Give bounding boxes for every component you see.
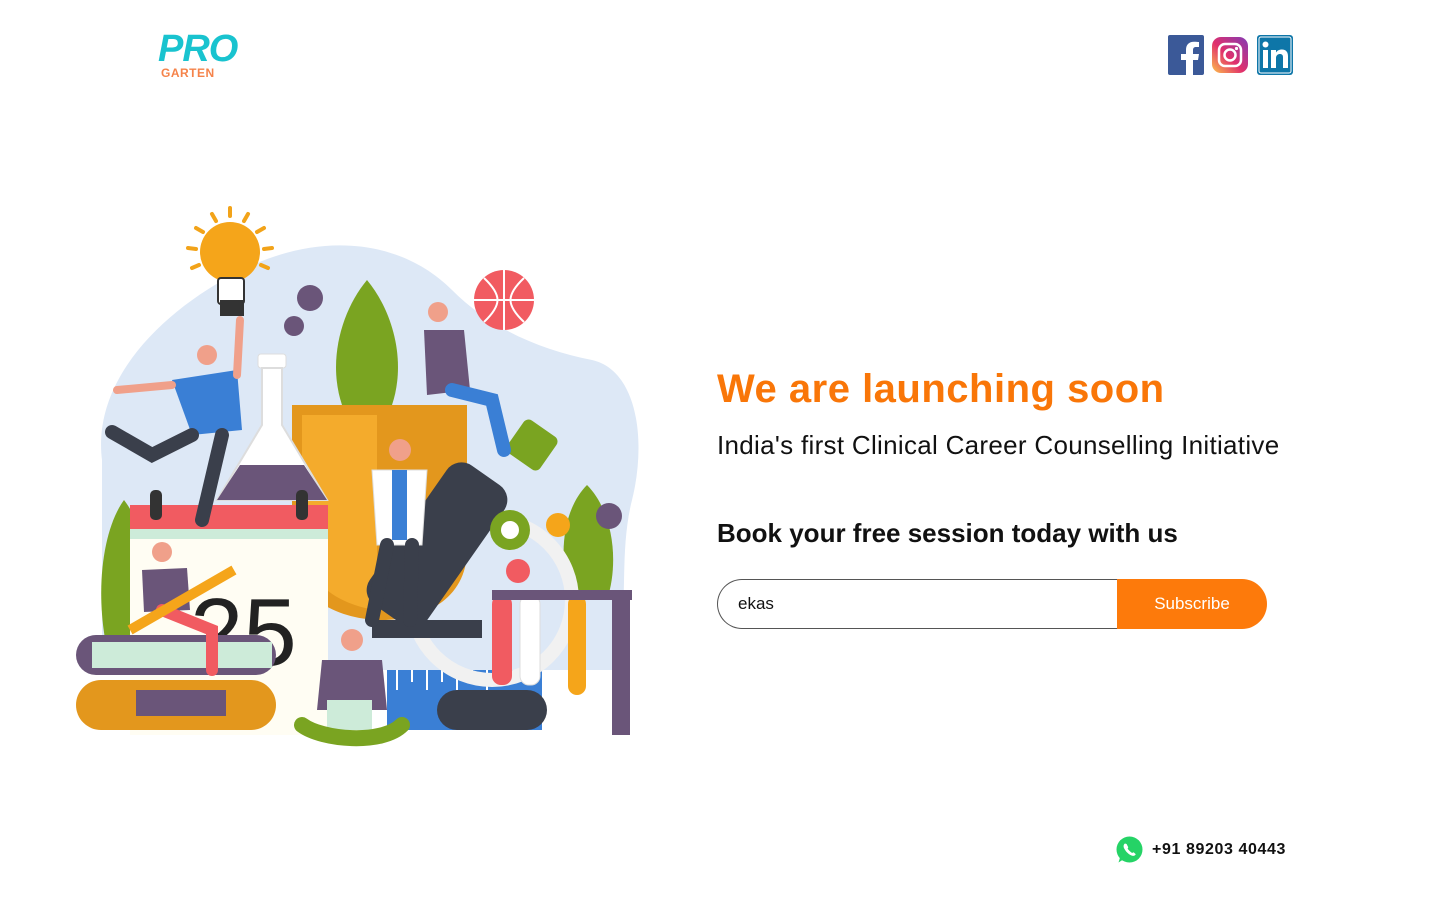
hero-illustration: 25: [72, 200, 642, 760]
subscribe-form: Subscribe: [717, 579, 1267, 629]
linkedin-icon: [1257, 35, 1293, 75]
tagline: India's first Clinical Career Counsellin…: [717, 430, 1280, 460]
linkedin-link[interactable]: [1257, 35, 1293, 75]
logo-text-pro: PRO: [158, 28, 238, 70]
logo-text-garten: GARTEN: [161, 66, 215, 80]
email-input[interactable]: [717, 579, 1117, 629]
phone-number: +91 89203 40443: [1152, 841, 1287, 858]
whatsapp-icon: [1116, 836, 1143, 863]
instagram-icon: [1212, 37, 1248, 73]
cta-heading: Book your free session today with us: [717, 518, 1178, 548]
facebook-link[interactable]: [1168, 35, 1204, 75]
launch-headline: We are launching soon: [717, 367, 1165, 411]
subscribe-button[interactable]: Subscribe: [1117, 579, 1267, 629]
brand-logo[interactable]: PRO GARTEN: [158, 30, 238, 82]
instagram-link[interactable]: [1212, 35, 1248, 75]
facebook-icon: [1168, 35, 1204, 75]
